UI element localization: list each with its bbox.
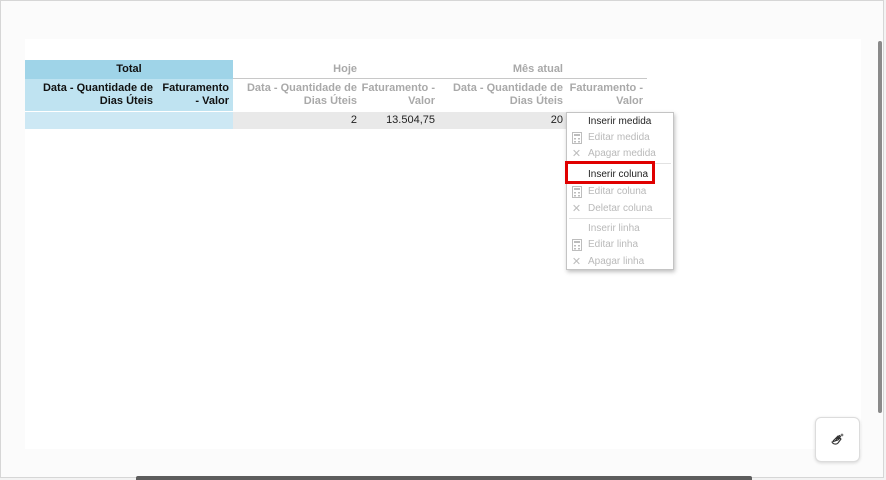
mes-col1-header[interactable]: Data - Quantidade de Dias Úteis	[439, 79, 567, 111]
total-col1-header[interactable]: Data - Quantidade de Dias Úteis	[25, 79, 157, 111]
total-row-cell[interactable]	[25, 112, 233, 129]
group-header-hoje[interactable]: Hoje	[233, 60, 361, 79]
menu-item-editar-linha: Editar linha	[567, 237, 673, 253]
mes-val1[interactable]: 20	[439, 112, 567, 129]
menu-item-apagar-linha: ✕ Apagar linha	[571, 256, 645, 268]
calculator-icon	[571, 186, 582, 198]
highlight-annotation	[565, 161, 655, 184]
mes-col2-header[interactable]: Faturamento - Valor	[567, 79, 647, 111]
hoje-col2-header[interactable]: Faturamento - Valor	[361, 79, 439, 111]
x-icon: ✕	[571, 256, 582, 268]
menu-item-deletar-coluna: ✕ Deletar coluna	[571, 203, 653, 215]
hoje-val1[interactable]: 2	[233, 112, 361, 129]
menu-item-inserir-medida[interactable]: Inserir medida	[567, 114, 673, 130]
context-menu: Inserir medida Editar medida ✕ Apagar me…	[566, 112, 674, 270]
menu-item-inserir-linha: Inserir linha	[588, 223, 640, 234]
hand-sparkle-icon	[831, 433, 844, 445]
floating-action-button[interactable]	[815, 417, 860, 462]
app-window: Total Data - Quantidade de Dias Úteis Fa…	[0, 0, 884, 478]
total-header[interactable]: Total	[25, 60, 233, 79]
bottom-scroll-indicator[interactable]	[136, 476, 752, 480]
menu-separator	[569, 218, 671, 219]
header-divider	[233, 78, 647, 79]
menu-item-editar-medida: Editar medida	[567, 130, 673, 146]
hoje-val2[interactable]: 13.504,75	[361, 112, 439, 129]
menu-item-apagar-medida: ✕ Apagar medida	[571, 148, 656, 160]
total-col2-header[interactable]: Faturamento - Valor	[157, 79, 233, 111]
report-canvas: Total Data - Quantidade de Dias Úteis Fa…	[25, 39, 861, 449]
menu-item-editar-coluna: Editar coluna	[567, 184, 673, 200]
calculator-icon	[571, 239, 582, 251]
hoje-col1-header[interactable]: Data - Quantidade de Dias Úteis	[233, 79, 361, 111]
x-icon: ✕	[571, 148, 582, 160]
group-header-mes-atual[interactable]: Mês atual	[439, 60, 567, 79]
vertical-scrollbar[interactable]	[878, 41, 882, 413]
x-icon: ✕	[571, 203, 582, 215]
calculator-icon	[571, 132, 582, 144]
